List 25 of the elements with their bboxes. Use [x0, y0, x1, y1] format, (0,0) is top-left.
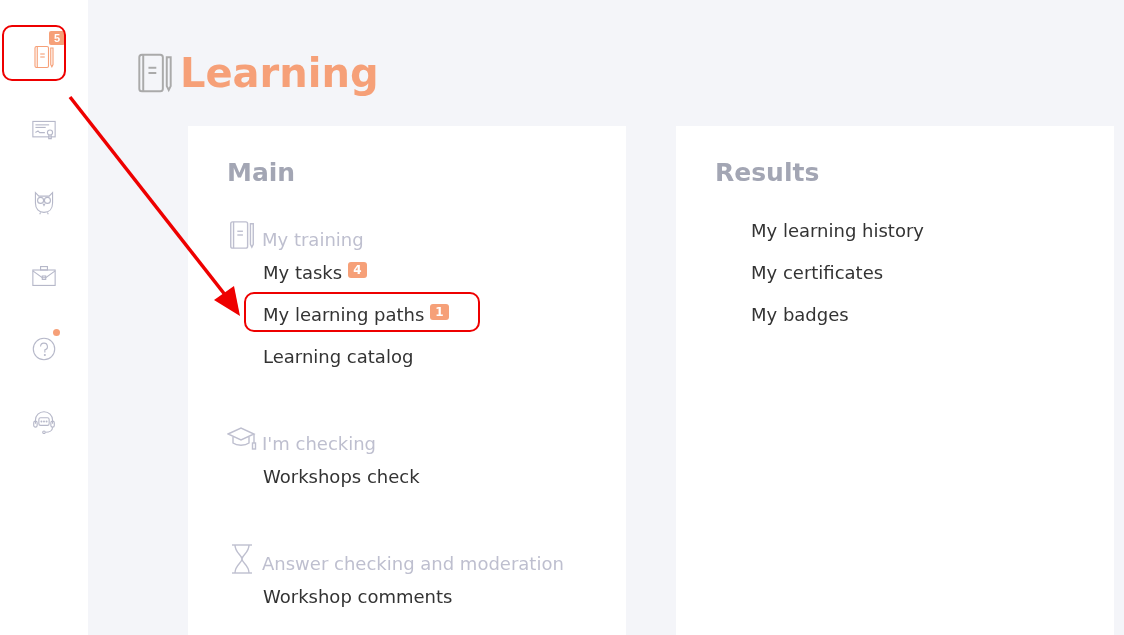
card-title: Main [227, 158, 297, 187]
owl-icon [32, 191, 56, 215]
card-title: Results [715, 158, 821, 187]
section-heading: Answer checking and moderation [262, 553, 564, 574]
section-heading: My training [262, 229, 364, 250]
headset-chat-icon [32, 410, 56, 434]
menu-link[interactable]: My learning paths [263, 304, 425, 325]
notebook-icon [32, 45, 56, 69]
menu-link[interactable]: Workshop comments [263, 586, 453, 607]
help-icon [32, 337, 56, 361]
count-badge: 1 [430, 304, 449, 320]
menu-link[interactable]: My badges [751, 304, 849, 325]
count-badge: 4 [348, 262, 367, 278]
menu-link[interactable]: My tasks [263, 262, 343, 283]
page-title: Learning [180, 50, 379, 96]
menu-link[interactable]: Workshops check [263, 466, 420, 487]
count-badge: 5 [49, 31, 66, 45]
menu-link[interactable]: Learning catalog [263, 346, 414, 367]
menu-link[interactable]: My learning history [751, 220, 924, 241]
notebook-icon [138, 51, 172, 95]
briefcase-icon [32, 264, 56, 288]
notebook-icon [227, 220, 257, 250]
section-heading: I'm checking [262, 433, 377, 454]
menu-link[interactable]: My certificates [751, 262, 884, 283]
certificate-icon [32, 118, 56, 142]
